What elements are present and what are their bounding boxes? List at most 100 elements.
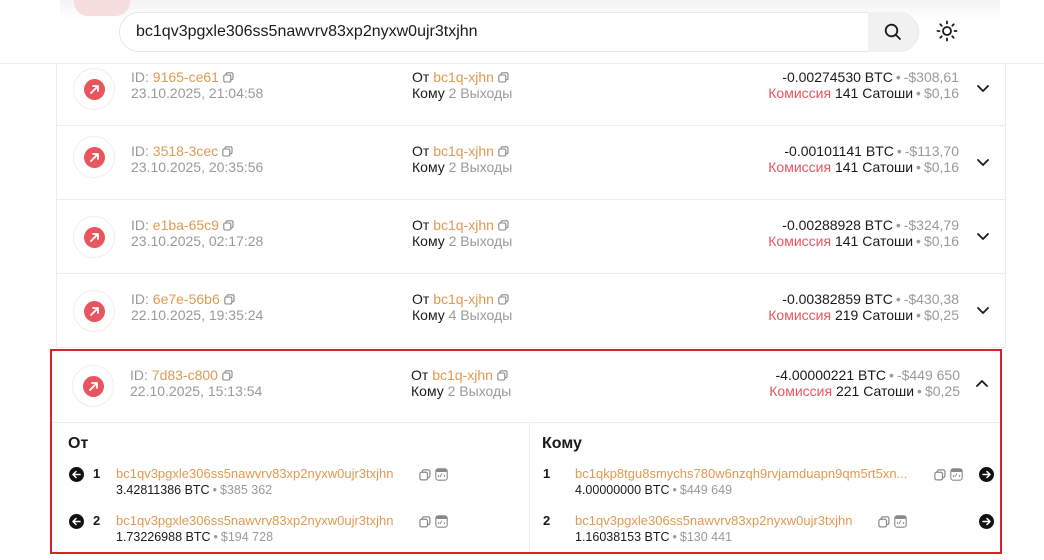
fee-sat: 219	[834, 307, 859, 323]
expanded-transaction: ID: 7d83-c800 22.10.2025, 15:13:54 От bc…	[50, 349, 1002, 554]
search-bar	[119, 12, 919, 52]
top-bar	[0, 0, 1044, 64]
sun-icon	[936, 20, 958, 42]
copy-icon[interactable]	[222, 146, 233, 157]
from-address-link[interactable]: bc1q-xjhn	[433, 217, 494, 233]
copy-icon[interactable]	[498, 220, 509, 231]
outgoing-arrow-icon	[89, 84, 99, 94]
from-address-link[interactable]: bc1q-xjhn	[433, 69, 494, 85]
tx-id-block: ID: 6e7e-56b6 22.10.2025, 19:35:24	[131, 291, 264, 323]
tx-date: 23.10.2025, 20:35:56	[131, 159, 264, 175]
tx-date: 23.10.2025, 02:17:28	[131, 233, 264, 249]
input-usd: $194 728	[220, 530, 274, 544]
input-address-link[interactable]: bc1qv3pgxle306ss5nawvrv83xp2nyxw0ujr3txj…	[116, 512, 394, 529]
input-address-link[interactable]: bc1qv3pgxle306ss5nawvrv83xp2nyxw0ujr3txj…	[116, 465, 394, 482]
to-label: Кому	[412, 85, 445, 101]
tx-id-block: ID: e1ba-65c9 23.10.2025, 02:17:28	[131, 217, 264, 249]
tx-amount-usd: -$308,61	[903, 69, 959, 85]
transaction-row[interactable]: ID: 3518-3cec 23.10.2025, 20:35:56 От bc…	[56, 126, 1006, 200]
tx-id-link[interactable]: e1ba-65c9	[153, 217, 219, 233]
arrow-left-icon[interactable]	[69, 467, 84, 482]
transaction-list: ID: 9165-ce61 23.10.2025, 21:04:58 От bc…	[56, 64, 1006, 348]
output-address-link[interactable]: bc1qkp8tgu8smychs780w6nzqh9rvjamduapn9qm…	[575, 465, 927, 482]
tx-amount-btc: -0.00288928 BTC	[782, 217, 893, 233]
fee-usd: $0,25	[923, 307, 959, 323]
arrow-right-icon[interactable]	[979, 514, 994, 529]
chevron-down-icon[interactable]	[975, 80, 991, 96]
fee-sat: 141	[834, 159, 859, 175]
copy-icon[interactable]	[223, 294, 235, 305]
arrow-left-icon[interactable]	[69, 514, 84, 529]
copy-icon[interactable]	[498, 72, 509, 83]
copy-icon[interactable]	[498, 294, 509, 305]
input-index: 2	[93, 513, 101, 528]
output-index: 1	[543, 466, 551, 481]
fee-usd: $0,25	[924, 383, 960, 399]
search-input[interactable]	[136, 13, 866, 51]
input-usd: $385 362	[219, 483, 273, 497]
inputs-panel: От 1 bc1qv3pgxle306ss5nawvrv83xp2nyxw0uj…	[52, 423, 530, 552]
tx-direction-badge	[73, 216, 115, 258]
tx-amounts: -0.00274530 BTC • -$308,61 Комиссия 141 Са…	[768, 69, 959, 101]
tx-addresses: От bc1q-xjhn Кому 2 Выходы	[412, 143, 513, 175]
copy-icon[interactable]	[223, 220, 234, 231]
from-address-link[interactable]: bc1q-xjhn	[432, 367, 493, 383]
chevron-down-icon[interactable]	[975, 154, 991, 170]
from-address-link[interactable]: bc1q-xjhn	[433, 291, 494, 307]
outputs-count: 4 Выходы	[448, 307, 513, 323]
tx-amount-btc: -0.00274530 BTC	[782, 69, 893, 85]
arrow-right-icon[interactable]	[979, 467, 994, 482]
tx-id-link[interactable]: 3518-3cec	[153, 143, 218, 159]
tx-amount-usd: -$430,38	[903, 291, 959, 307]
tx-id-block: ID: 7d83-c800 22.10.2025, 15:13:54	[130, 367, 263, 399]
copy-icon[interactable]	[934, 469, 946, 481]
chevron-down-icon[interactable]	[975, 302, 991, 318]
inputs-heading: От	[68, 435, 89, 452]
from-address-link[interactable]: bc1q-xjhn	[433, 143, 494, 159]
tx-date: 23.10.2025, 21:04:58	[131, 85, 264, 101]
tx-id-link[interactable]: 7d83-c800	[152, 367, 218, 383]
expanded-transaction-header[interactable]: ID: 7d83-c800 22.10.2025, 15:13:54 От bc…	[52, 351, 1000, 423]
fee-usd: $0,16	[923, 159, 959, 175]
copy-icon[interactable]	[498, 146, 509, 157]
tx-date: 22.10.2025, 15:13:54	[130, 383, 263, 399]
explorer-icon[interactable]	[894, 515, 907, 528]
input-item: 2 bc1qv3pgxle306ss5nawvrv83xp2nyxw0ujr3t…	[52, 512, 530, 548]
transaction-row[interactable]: ID: 6e7e-56b6 22.10.2025, 19:35:24 От bc…	[56, 274, 1006, 348]
from-label: От	[412, 69, 430, 85]
outgoing-arrow-icon	[89, 152, 99, 162]
tx-direction-badge	[73, 136, 115, 178]
output-item: 1 bc1qkp8tgu8smychs780w6nzqh9rvjamduapn9…	[530, 465, 1000, 501]
theme-toggle-button[interactable]	[934, 18, 960, 44]
outputs-heading: Кому	[542, 435, 582, 452]
transaction-row[interactable]: ID: 9165-ce61 23.10.2025, 21:04:58 От bc…	[56, 64, 1006, 126]
copy-icon[interactable]	[223, 72, 234, 83]
output-address-link[interactable]: bc1qv3pgxle306ss5nawvrv83xp2nyxw0ujr3txj…	[575, 512, 853, 529]
outputs-count: 2 Выходы	[447, 383, 512, 399]
copy-icon[interactable]	[222, 370, 233, 381]
search-button[interactable]	[868, 12, 918, 52]
tx-amount-btc: -0.00101141 BTC	[784, 143, 894, 159]
sat-label: Сатоши	[862, 85, 914, 101]
tx-amount-btc: -4.00000221 BTC	[775, 367, 887, 383]
copy-icon[interactable]	[878, 516, 890, 528]
chevron-up-icon[interactable]	[974, 376, 990, 392]
copy-icon[interactable]	[419, 516, 431, 528]
tx-id-block: ID: 9165-ce61 23.10.2025, 21:04:58	[131, 69, 263, 101]
copy-icon[interactable]	[497, 370, 508, 381]
fee-sat: 141	[834, 85, 859, 101]
explorer-icon[interactable]	[435, 468, 448, 481]
tx-date: 22.10.2025, 19:35:24	[131, 307, 264, 323]
output-index: 2	[543, 513, 551, 528]
outgoing-arrow-icon	[89, 232, 99, 242]
explorer-icon[interactable]	[435, 515, 448, 528]
copy-icon[interactable]	[419, 469, 431, 481]
chevron-down-icon[interactable]	[975, 228, 991, 244]
tx-amount-btc: -0.00382859 BTC	[782, 291, 893, 307]
tx-id-link[interactable]: 9165-ce61	[153, 69, 219, 85]
transaction-row[interactable]: ID: e1ba-65c9 23.10.2025, 02:17:28 От bc…	[56, 200, 1006, 274]
tx-id-link[interactable]: 6e7e-56b6	[153, 291, 220, 307]
tx-direction-badge	[73, 290, 115, 332]
output-usd: $449 649	[679, 483, 733, 497]
explorer-icon[interactable]	[950, 468, 963, 481]
